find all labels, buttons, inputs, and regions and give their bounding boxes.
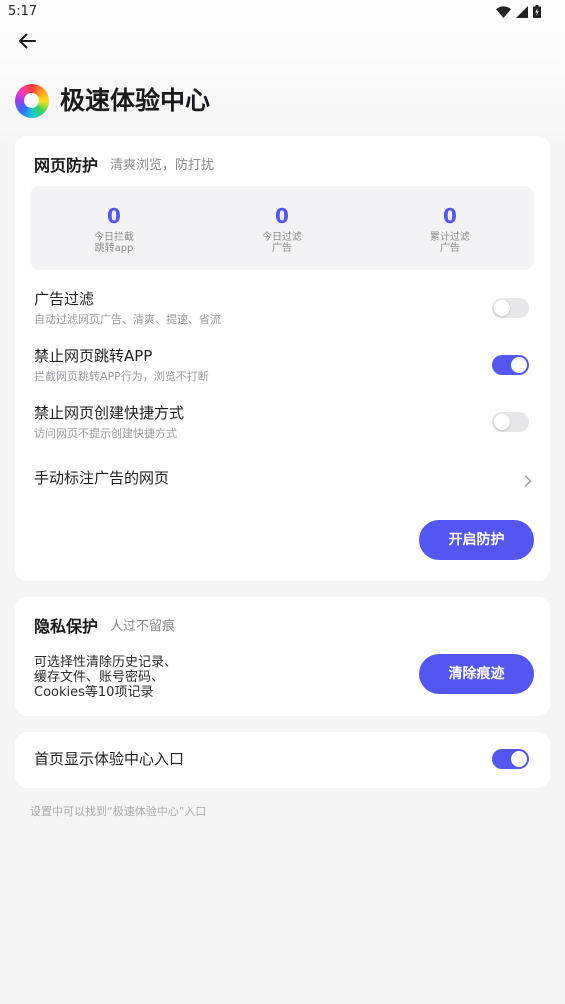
privacy-desc-line: Cookies等10项记录 [34, 685, 154, 700]
stat-label: 跳转app [94, 243, 134, 254]
privacy-title: 隐私保护 [34, 617, 99, 636]
homepage-entry-toggle[interactable] [492, 749, 529, 769]
stat-label: 广告 [440, 243, 460, 254]
signal-icon [516, 5, 528, 18]
protection-stats: 0 今日拦截 跳转app 0 今日过滤 广告 0 累计过滤 广告 [30, 186, 534, 270]
clear-traces-button[interactable]: 清除痕迹 [419, 654, 534, 694]
toggle-knob [511, 751, 527, 767]
setting-title: 广告过滤 [34, 290, 95, 308]
status-bar: 5:17 [0, 0, 565, 24]
wifi-icon [496, 5, 511, 18]
privacy-header: 隐私保护 人过不留痕 [34, 615, 175, 639]
status-icons [496, 5, 541, 18]
stat-filtered-ads-today: 0 今日过滤 广告 [198, 186, 366, 270]
manual-mark-label: 手动标注广告的网页 [34, 469, 170, 487]
setting-block-app-jump: 禁止网页跳转APP 拦截网页跳转APP行为，浏览不打断 [15, 343, 550, 400]
privacy-card: 隐私保护 人过不留痕 可选择性清除历史记录、 缓存文件、账号密码、 Cookie… [15, 597, 550, 716]
color-ring-logo-icon [15, 84, 49, 118]
back-button[interactable] [14, 31, 40, 55]
enable-protection-button[interactable]: 开启防护 [419, 520, 534, 560]
homepage-entry-card: 首页显示体验中心入口 [15, 732, 550, 788]
chevron-right-icon [524, 472, 532, 487]
web-protection-header: 网页防护 清爽浏览，防打扰 [34, 154, 214, 178]
setting-desc: 自动过滤网页广告、清爽、提速、省流 [34, 313, 221, 326]
setting-ad-filter: 广告过滤 自动过滤网页广告、清爽、提速、省流 [15, 286, 550, 343]
stat-label: 今日拦截 [94, 232, 134, 243]
stat-value: 0 [443, 204, 457, 228]
stat-value: 0 [275, 204, 289, 228]
stat-label: 广告 [272, 243, 292, 254]
privacy-subtitle: 人过不留痕 [110, 619, 176, 634]
stat-label: 累计过滤 [430, 232, 470, 243]
setting-block-shortcut: 禁止网页创建快捷方式 访问网页不提示创建快捷方式 [15, 400, 550, 457]
back-arrow-icon [18, 33, 36, 53]
toggle-knob [494, 414, 510, 430]
setting-desc: 拦截网页跳转APP行为，浏览不打断 [34, 370, 209, 383]
block-shortcut-toggle[interactable] [492, 412, 529, 432]
ad-filter-toggle[interactable] [492, 298, 529, 318]
privacy-description: 可选择性清除历史记录、 缓存文件、账号密码、 Cookies等10项记录 [34, 655, 177, 700]
web-protection-subtitle: 清爽浏览，防打扰 [110, 158, 215, 173]
setting-desc: 访问网页不提示创建快捷方式 [34, 427, 177, 440]
stat-filtered-ads-total: 0 累计过滤 广告 [366, 186, 534, 270]
manual-mark-ad-pages-row[interactable]: 手动标注广告的网页 [15, 458, 550, 498]
status-time: 5:17 [8, 4, 38, 19]
toggle-knob [494, 300, 510, 316]
homepage-entry-label: 首页显示体验中心入口 [34, 750, 185, 768]
setting-title: 禁止网页创建快捷方式 [34, 404, 185, 422]
stat-blocked-jumps: 0 今日拦截 跳转app [30, 186, 198, 270]
page-title: 极速体验中心 [60, 86, 211, 115]
block-app-jump-toggle[interactable] [492, 355, 529, 375]
privacy-desc-line: 可选择性清除历史记录、 [34, 655, 178, 670]
toggle-knob [511, 357, 527, 373]
stat-label: 今日过滤 [262, 232, 302, 243]
web-protection-card: 网页防护 清爽浏览，防打扰 0 今日拦截 跳转app 0 今日过滤 广告 0 累… [15, 136, 550, 581]
stat-value: 0 [107, 204, 121, 228]
web-protection-title: 网页防护 [34, 156, 99, 175]
battery-charging-icon [533, 5, 541, 18]
setting-title: 禁止网页跳转APP [34, 347, 153, 365]
privacy-desc-line: 缓存文件、账号密码、 [34, 670, 165, 685]
footer-note: 设置中可以找到“极速体验中心”入口 [30, 805, 207, 818]
